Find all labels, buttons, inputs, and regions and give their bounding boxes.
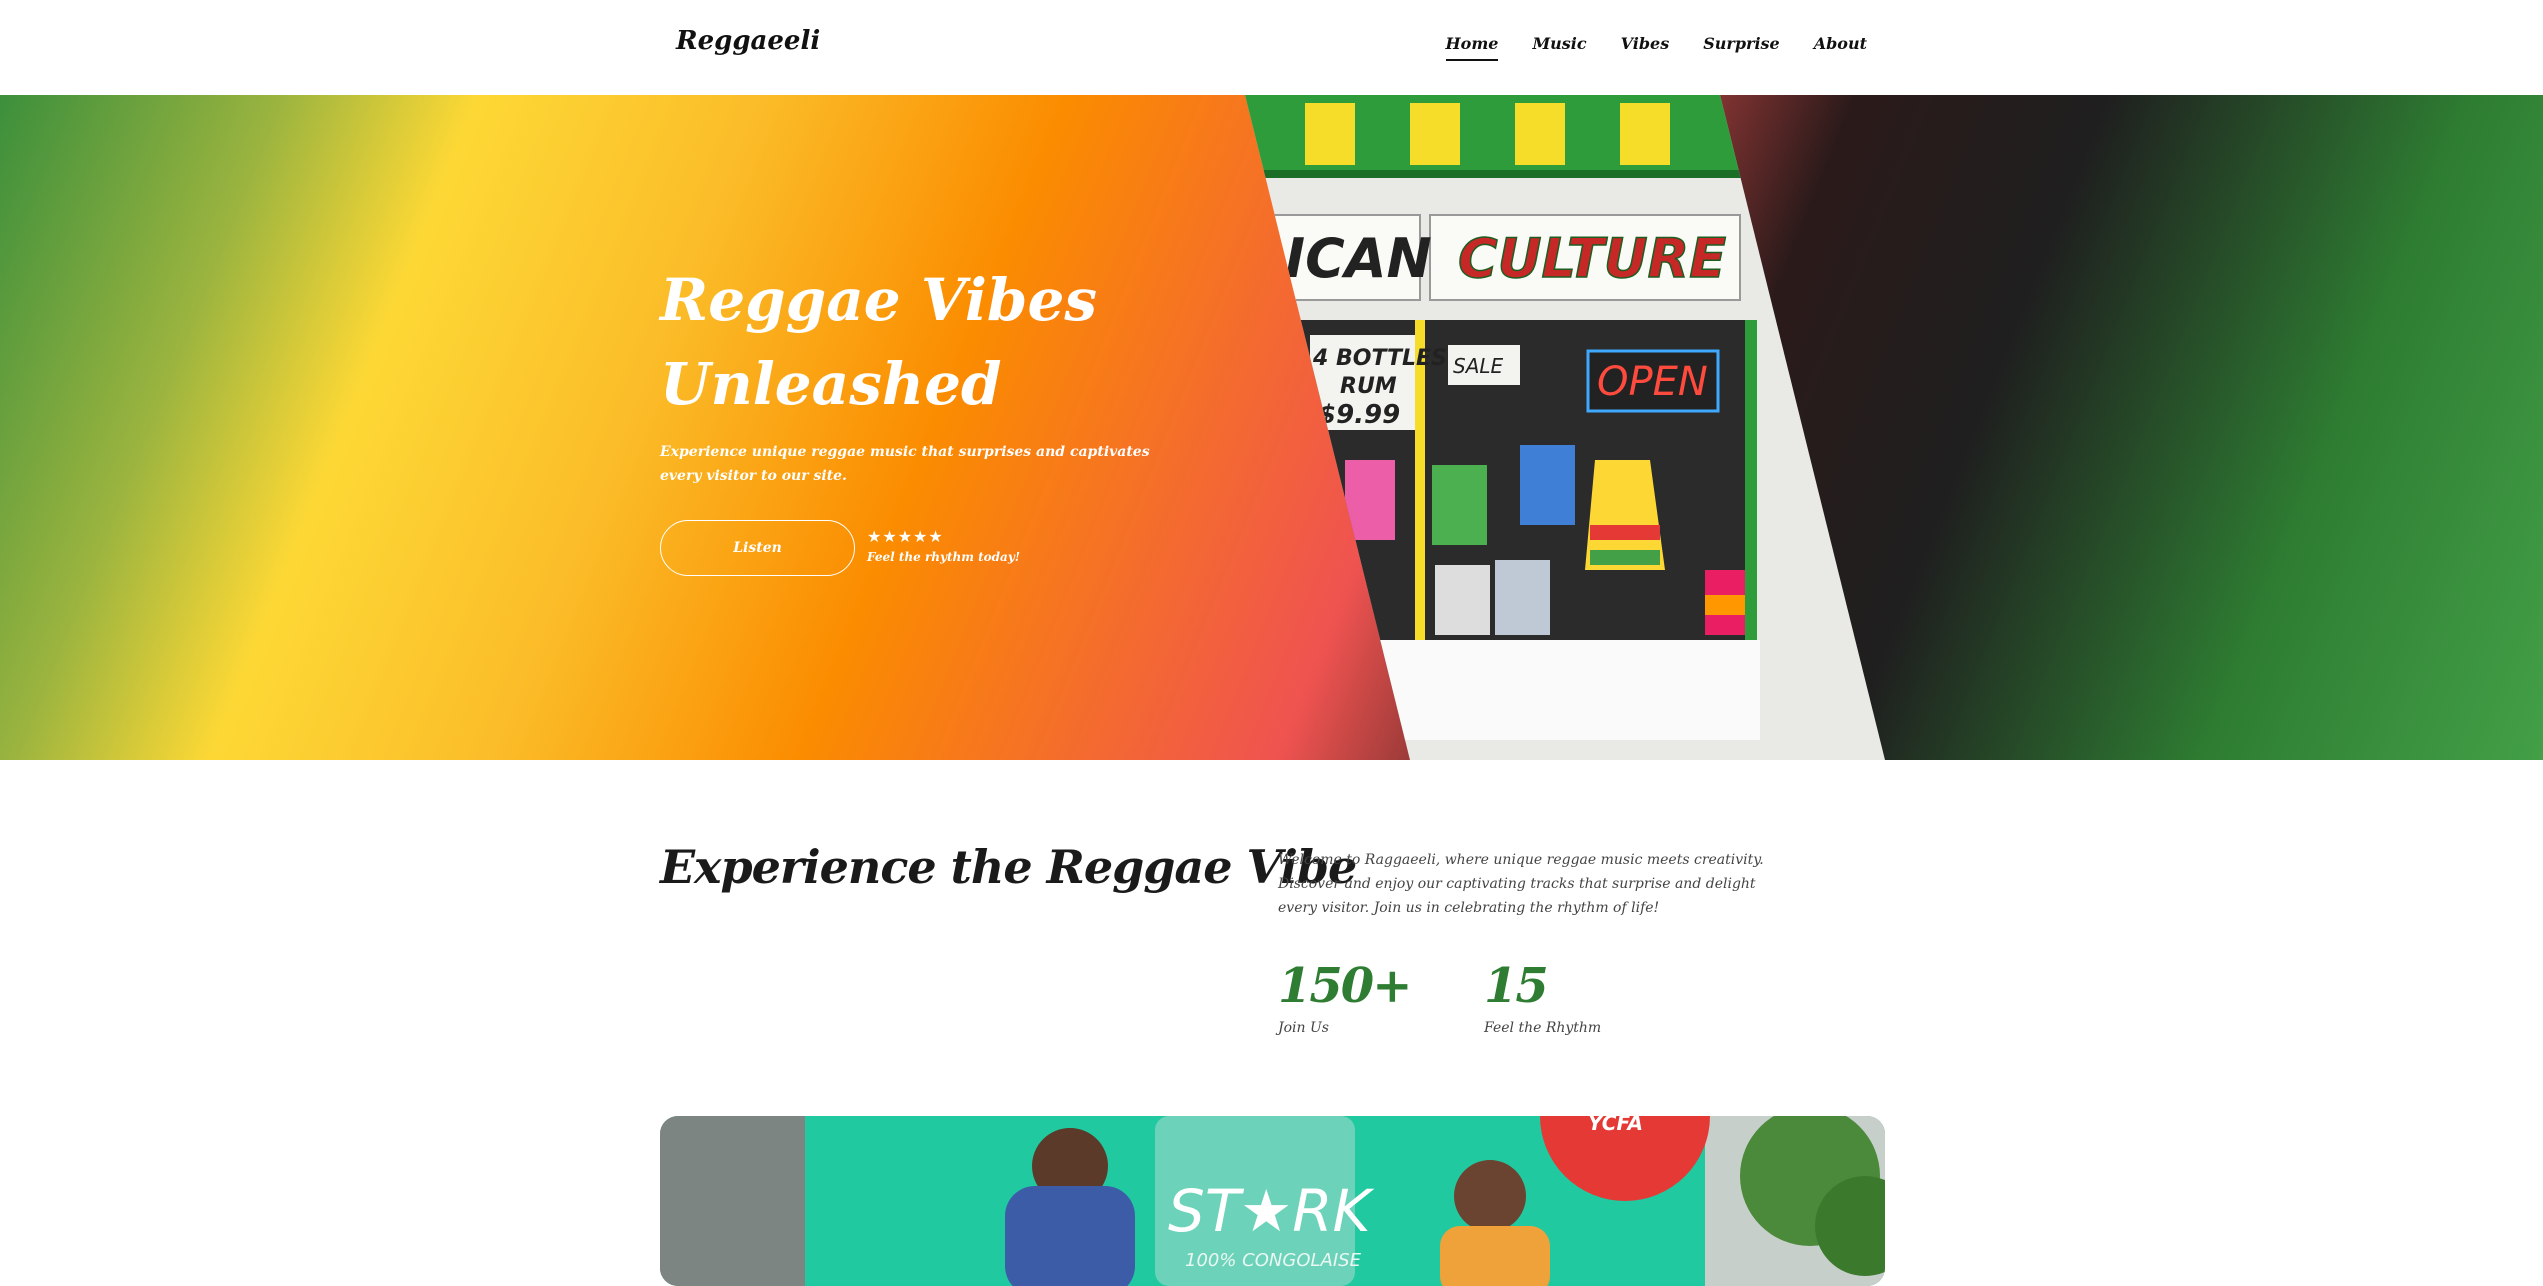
experience-text: Welcome to Raggaeeli, where unique regga… (1278, 852, 1764, 916)
billboard-tagline: 100% CONGOLAISE (1185, 1250, 1362, 1271)
bottles-sign-line3: $9.99 (1318, 400, 1400, 430)
shop-sign-right: CULTURE (1458, 227, 1726, 290)
open-neon-sign: OPEN (1597, 359, 1708, 405)
nav-home[interactable]: Home (1445, 34, 1499, 61)
stat-value: 15 (1484, 958, 1549, 1014)
hero-title-line1: Reggae Vibes (660, 266, 1098, 334)
billboard-corner-text: YCFA (1588, 1116, 1643, 1135)
stat-value: 150+ (1278, 958, 1412, 1014)
site-header: Reggaeeli Home Music Vibes Surprise Abou… (0, 0, 2543, 95)
experience-title: Experience the Reggae Vibe (660, 840, 1357, 894)
bottles-sign-line2: RUM (1340, 374, 1397, 399)
stat-join-us: 150+ Join Us (1278, 958, 1412, 1036)
main-nav: Home Music Vibes Surprise About (1445, 34, 1867, 61)
rating-block: ★★★★★ Feel the rhythm today! (867, 527, 1020, 564)
hero-section: ICAN CULTURE 4 BOTTLES RUM $9.99 SALE OP… (0, 95, 2543, 760)
stat-label: Feel the Rhythm (1484, 1020, 1602, 1036)
site-logo[interactable]: Reggaeeli (676, 26, 820, 56)
hero-title-line2: Unleashed (660, 350, 1002, 418)
rating-text: Feel the rhythm today! (867, 550, 1021, 564)
nav-about[interactable]: About (1814, 34, 1867, 61)
sale-sign: SALE (1453, 354, 1504, 378)
shop-sign-left: ICAN (1285, 227, 1432, 290)
billboard-photo: YCFA ST★RK 100% CONGOLAISE (660, 1116, 1885, 1286)
hero-subtitle: Experience unique reggae music that surp… (660, 444, 1150, 484)
listen-button[interactable]: Listen (660, 520, 855, 576)
bottles-sign-line1: 4 BOTTLES (1312, 346, 1447, 371)
billboard-brand: ST★RK (1168, 1177, 1375, 1245)
stat-label: Join Us (1278, 1020, 1329, 1036)
nav-music[interactable]: Music (1532, 34, 1586, 61)
hero-title: Reggae Vibes Unleashed (660, 258, 1220, 426)
nav-surprise[interactable]: Surprise (1703, 34, 1780, 61)
billboard-illustration: YCFA ST★RK 100% CONGOLAISE (660, 1116, 1885, 1286)
star-rating-icon: ★★★★★ (867, 527, 944, 546)
shop-front-photo: ICAN CULTURE 4 BOTTLES RUM $9.99 SALE OP… (1245, 95, 1885, 760)
nav-vibes[interactable]: Vibes (1621, 34, 1670, 61)
stat-feel-the-rhythm: 15 Feel the Rhythm (1484, 958, 1601, 1036)
